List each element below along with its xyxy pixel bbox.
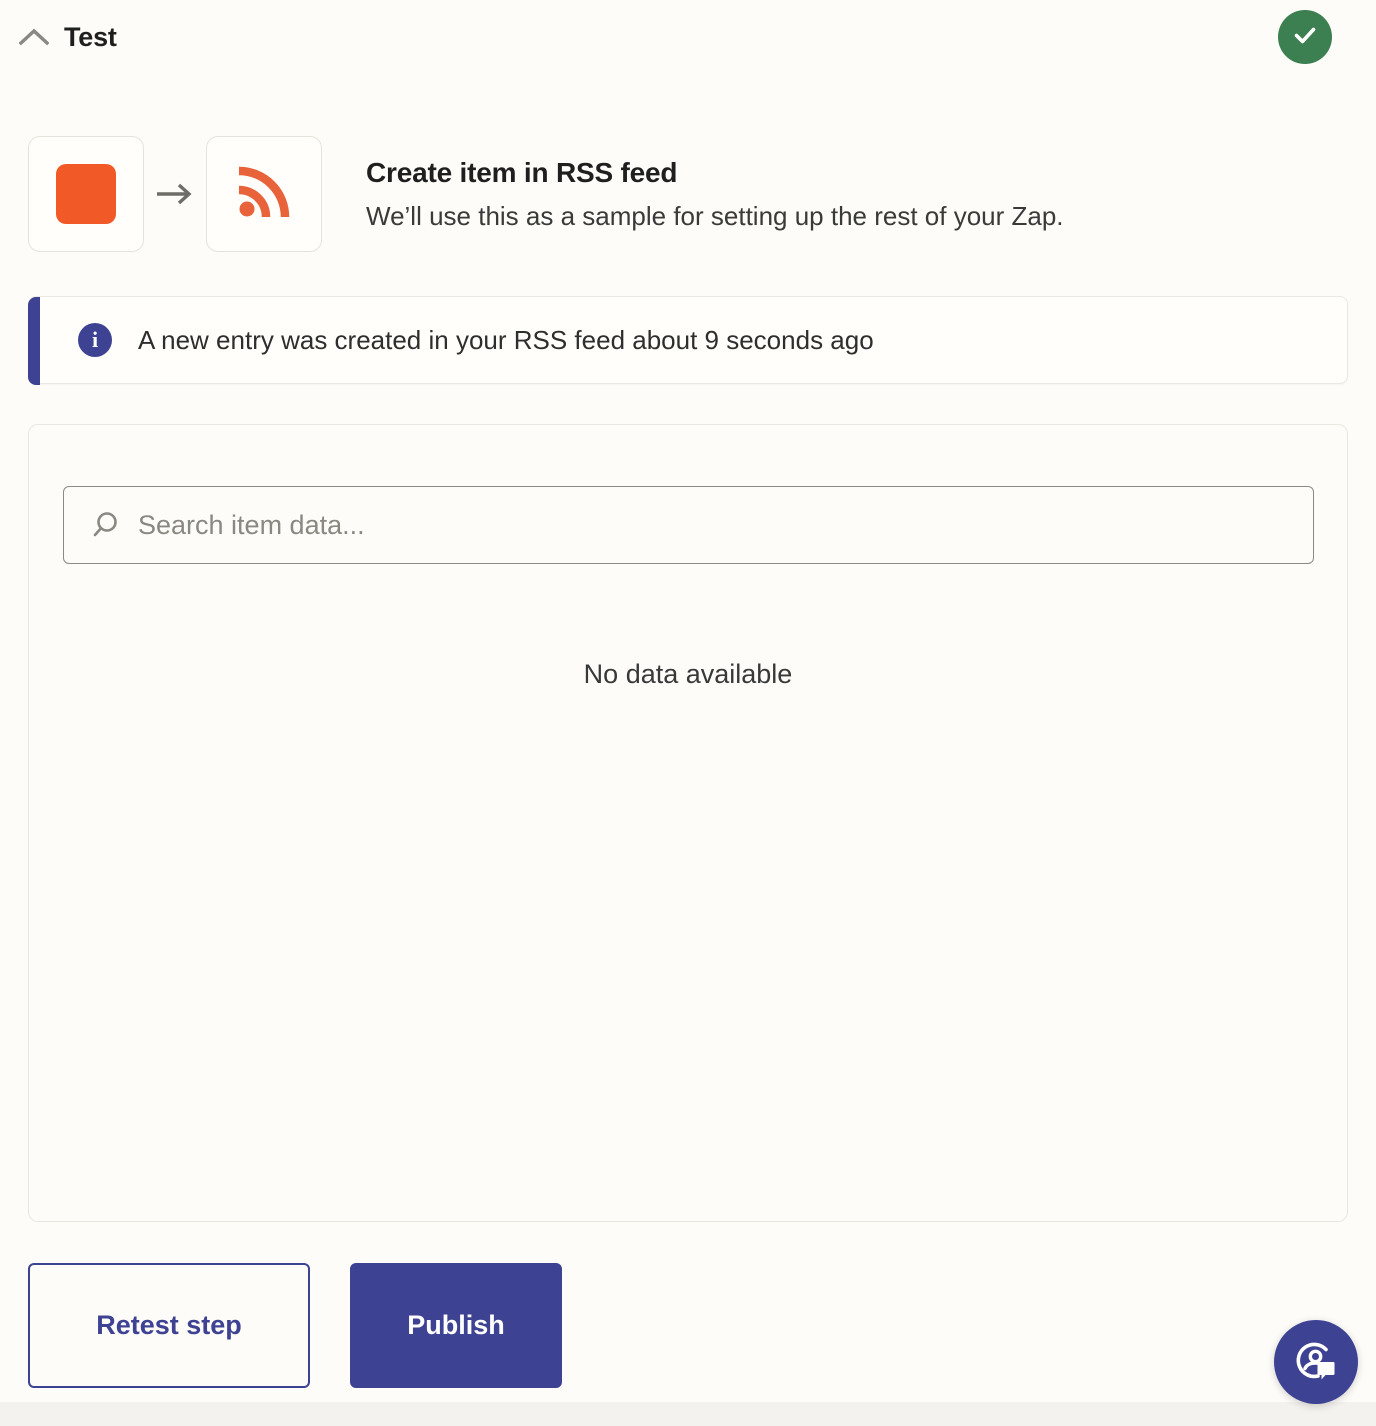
- support-chat-icon: [1293, 1338, 1339, 1387]
- step-actions: Retest step Publish: [28, 1263, 562, 1388]
- page-title: Test: [64, 21, 117, 52]
- search-icon: [90, 510, 120, 540]
- chevron-up-icon: [19, 28, 49, 46]
- summary-title: Create item in RSS feed: [366, 157, 678, 189]
- status-badge: [1278, 10, 1332, 64]
- publish-button[interactable]: Publish: [350, 1263, 562, 1388]
- search-field-wrapper[interactable]: [63, 486, 1314, 564]
- orange-square-app-icon: [56, 164, 116, 224]
- support-chat-button[interactable]: [1274, 1320, 1358, 1404]
- footer-divider: [0, 1402, 1376, 1426]
- summary-subtitle: We’ll use this as a sample for setting u…: [366, 201, 1064, 232]
- rss-feed-icon: [233, 161, 295, 228]
- check-circle-icon: [1289, 19, 1321, 56]
- step-header: Test: [0, 0, 1376, 74]
- arrow-right-icon: [144, 181, 206, 207]
- summary-text-block: Create item in RSS feed We’ll use this a…: [366, 155, 1064, 233]
- collapse-step-button[interactable]: [12, 15, 56, 59]
- info-banner: i A new entry was created in your RSS fe…: [28, 296, 1348, 385]
- step-summary: Create item in RSS feed We’ll use this a…: [28, 136, 1064, 252]
- target-app-tile: [206, 136, 322, 252]
- empty-state-message: No data available: [583, 659, 793, 689]
- test-step-panel: Test Create item in RSS feed We’ll use t…: [0, 0, 1376, 1426]
- info-circle-icon: i: [78, 323, 112, 357]
- banner-message: A new entry was created in your RSS feed…: [138, 324, 874, 355]
- item-data-card: No data available: [28, 424, 1348, 1222]
- search-input[interactable]: [138, 509, 1293, 541]
- source-app-tile: [28, 136, 144, 252]
- retest-step-button[interactable]: Retest step: [28, 1263, 310, 1388]
- banner-accent-bar: [28, 297, 40, 385]
